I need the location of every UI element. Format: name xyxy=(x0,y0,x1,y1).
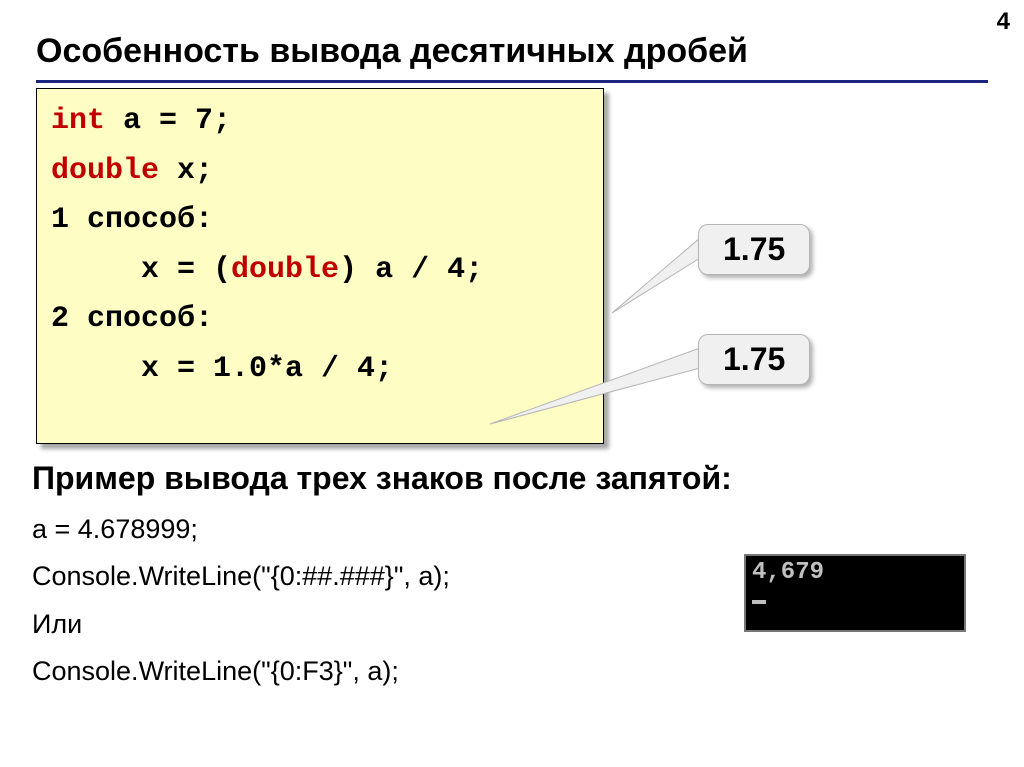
page-number: 4 xyxy=(997,8,1010,36)
result-callout-1: 1.75 xyxy=(698,224,810,275)
example-line: Console.WriteLine("{0:##.###}", a); xyxy=(32,553,450,600)
example-line: Console.WriteLine("{0:F3}", a); xyxy=(32,648,450,695)
example-line: a = 4.678999; xyxy=(32,506,450,553)
keyword-double: double xyxy=(231,253,339,287)
keyword-double: double xyxy=(51,154,159,188)
console-output-box: 4,679 xyxy=(744,554,966,632)
example-code: a = 4.678999; Console.WriteLine("{0:##.#… xyxy=(32,506,450,695)
code-text: a = 7; xyxy=(105,104,231,138)
code-text: x = 1.0*a / 4; xyxy=(51,352,393,386)
code-block: int a = 7; double x; 1 способ: x = (doub… xyxy=(36,88,604,444)
console-cursor xyxy=(752,600,766,604)
result-callout-2: 1.75 xyxy=(698,334,810,385)
code-text: x; xyxy=(159,154,213,188)
code-text: x = ( xyxy=(51,253,231,287)
example-subtitle: Пример вывода трех знаков после запятой: xyxy=(32,460,732,497)
example-line: Или xyxy=(32,601,450,648)
console-output-text: 4,679 xyxy=(752,560,958,586)
keyword-int: int xyxy=(51,104,105,138)
code-text: ) a / 4; xyxy=(339,253,483,287)
slide-title: Особенность вывода десятичных дробей xyxy=(36,32,748,71)
title-underline xyxy=(36,80,988,83)
code-text: 1 способ: xyxy=(51,203,213,237)
code-text: 2 способ: xyxy=(51,302,213,336)
